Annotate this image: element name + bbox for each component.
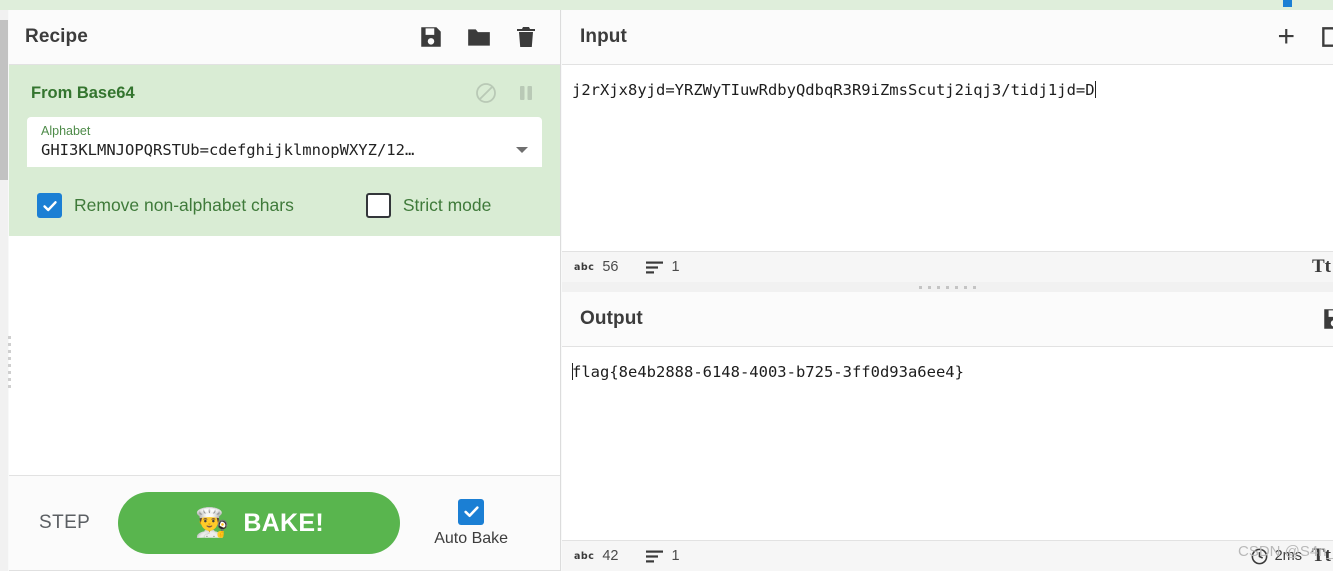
input-length-status[interactable]: abc 56 — [574, 259, 618, 275]
output-length-value: 42 — [602, 548, 619, 564]
operation-name: From Base64 — [31, 83, 135, 102]
output-value: flag{8e4b2888-6148-4003-b725-3ff0d93a6ee… — [572, 363, 964, 381]
recipe-actions — [418, 24, 538, 50]
text-size-icon[interactable]: Tt — [1312, 545, 1333, 567]
output-status-right: 2ms Tt — [1250, 545, 1333, 567]
bake-duration-value: 2ms — [1274, 548, 1302, 564]
input-status-right: Tt — [1312, 256, 1333, 278]
recipe-operation-from-base64[interactable]: From Base64 Alphabet GHI3KLMNJOPQRSTUb=c… — [9, 65, 560, 236]
checkbox-checked-icon[interactable] — [37, 193, 62, 218]
alphabet-field[interactable]: Alphabet GHI3KLMNJOPQRSTUb=cdefghijklmno… — [27, 117, 542, 167]
checkbox-unchecked-icon[interactable] — [365, 193, 391, 218]
abc-icon: abc — [574, 261, 595, 273]
input-lines-status[interactable]: 1 — [646, 259, 680, 275]
output-textarea[interactable]: flag{8e4b2888-6148-4003-b725-3ff0d93a6ee… — [562, 348, 1333, 540]
operation-arguments: Alphabet GHI3KLMNJOPQRSTUb=cdefghijklmno… — [9, 117, 560, 218]
output-lines-status[interactable]: 1 — [646, 548, 680, 564]
bake-duration: 2ms — [1250, 547, 1302, 566]
top-blue-indicator — [1283, 0, 1292, 7]
auto-bake-label: Auto Bake — [434, 529, 509, 547]
output-actions — [1321, 306, 1333, 332]
bake-button[interactable]: 👨‍🍳 BAKE! — [118, 492, 401, 554]
operation-header: From Base64 — [9, 65, 560, 117]
open-input-file-icon[interactable] — [1319, 24, 1333, 50]
input-value: j2rXjx8yjd=YRZWyTIuwRdbyQdbqR3R9iZmsScut… — [572, 81, 1095, 99]
io-side: Input + j2rXjx8yjd=YRZWyTIuwRdbyQdbqR3R9… — [562, 10, 1333, 571]
input-status-bar: abc 56 1 Tt — [562, 251, 1333, 282]
output-title-bar: Output — [562, 292, 1333, 347]
chevron-down-icon[interactable] — [516, 147, 528, 153]
input-caret — [1094, 81, 1096, 98]
recipe-title-bar: Recipe — [9, 10, 560, 65]
auto-bake-toggle[interactable]: Auto Bake — [434, 498, 509, 548]
auto-bake-checkbox-checked-icon[interactable] — [458, 498, 485, 525]
output-length-status[interactable]: abc 42 — [574, 548, 618, 564]
save-recipe-icon[interactable] — [418, 24, 444, 50]
disable-operation-icon[interactable] — [474, 81, 498, 105]
strict-mode-checkbox[interactable]: Strict mode — [365, 193, 492, 218]
lines-icon — [646, 550, 664, 563]
output-text[interactable]: flag{8e4b2888-6148-4003-b725-3ff0d93a6ee… — [572, 362, 964, 382]
pause-breakpoint-icon[interactable] — [516, 82, 536, 104]
io-splitter[interactable] — [562, 282, 1333, 292]
input-lines-value: 1 — [671, 259, 680, 275]
step-button[interactable]: STEP — [39, 512, 90, 534]
alphabet-value: GHI3KLMNJOPQRSTUb=cdefghijklmnopWXYZ/12… — [41, 141, 415, 159]
clock-icon — [1250, 547, 1269, 566]
output-panel: Output flag{8e4b2888-6148-4003-b725-3ff0… — [562, 292, 1333, 571]
input-title-bar: Input + — [562, 10, 1333, 65]
input-text[interactable]: j2rXjx8yjd=YRZWyTIuwRdbyQdbqR3R9iZmsScut… — [572, 80, 1096, 100]
input-panel: Input + j2rXjx8yjd=YRZWyTIuwRdbyQdbqR3R9… — [562, 10, 1333, 282]
save-output-icon[interactable] — [1321, 306, 1333, 332]
operation-controls — [474, 81, 536, 105]
chef-icon: 👨‍🍳 — [194, 507, 230, 538]
remove-non-alphabet-chars-checkbox[interactable]: Remove non-alphabet chars — [37, 193, 294, 218]
add-input-tab-icon[interactable]: + — [1277, 22, 1295, 52]
input-actions: + — [1277, 22, 1333, 52]
remove-non-alphabet-chars-label: Remove non-alphabet chars — [74, 195, 294, 215]
input-textarea[interactable]: j2rXjx8yjd=YRZWyTIuwRdbyQdbqR3R9iZmsScut… — [562, 66, 1333, 251]
recipe-panel: Recipe From Base64 Alphabet GHI3KLMNJOPQ… — [7, 10, 561, 571]
lines-icon — [646, 261, 664, 274]
input-length-value: 56 — [602, 259, 619, 275]
recipe-controls-bar: STEP 👨‍🍳 BAKE! Auto Bake — [9, 476, 560, 571]
recipe-title: Recipe — [25, 26, 88, 47]
output-title: Output — [580, 308, 643, 329]
page-top-strip — [0, 0, 1333, 10]
input-title: Input — [580, 26, 627, 47]
strict-mode-label: Strict mode — [402, 195, 492, 215]
output-lines-value: 1 — [671, 548, 680, 564]
cyberchef-app: Recipe From Base64 Alphabet GHI3KLMNJOPQ… — [0, 0, 1333, 571]
recipe-drop-area[interactable] — [7, 236, 560, 476]
alphabet-label: Alphabet — [41, 124, 91, 138]
output-status-bar: abc 42 1 2ms Tt — [562, 540, 1333, 571]
page-scrollbar-thumb[interactable] — [0, 20, 8, 180]
page-scrollbar[interactable] — [0, 10, 8, 571]
load-recipe-folder-icon[interactable] — [466, 24, 492, 50]
text-size-icon[interactable]: Tt — [1312, 256, 1333, 278]
recipe-resize-handle[interactable] — [7, 336, 13, 388]
abc-icon: abc — [574, 550, 595, 562]
operation-checkboxes: Remove non-alphabet chars Strict mode — [27, 193, 542, 218]
bake-button-label: BAKE! — [243, 508, 324, 537]
clear-recipe-trash-icon[interactable] — [514, 24, 538, 50]
